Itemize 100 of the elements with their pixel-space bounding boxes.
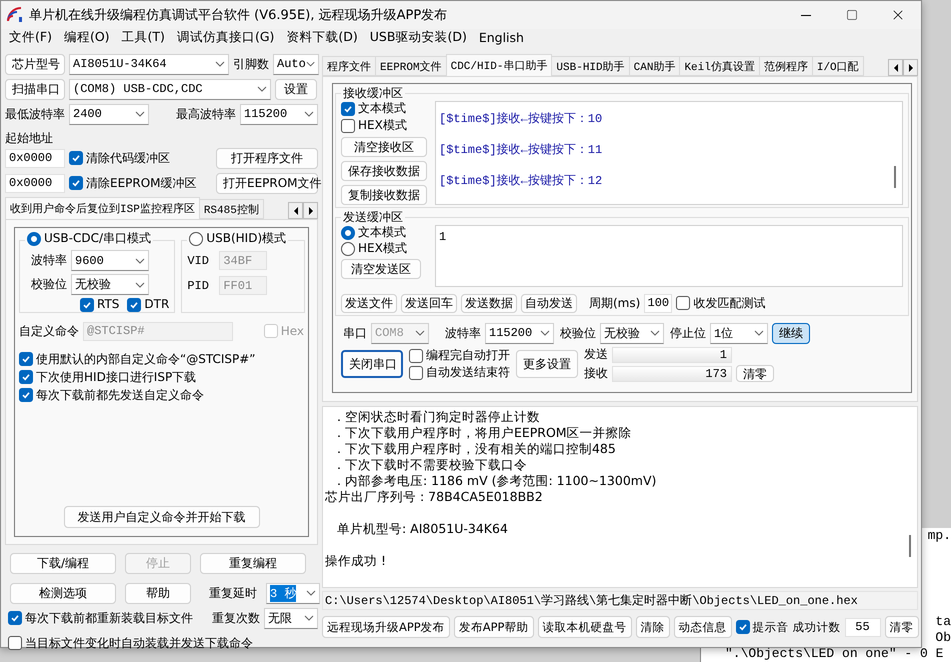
input-field: FF01 — [219, 276, 268, 295]
chevron-down-icon — [304, 111, 314, 117]
action-button[interactable]: 自动发送 — [521, 294, 577, 312]
action-button[interactable]: 远程现场升级APP发布 — [322, 616, 450, 638]
tab[interactable]: EEPROM文件 — [375, 56, 447, 76]
action-button[interactable]: 帮助 — [125, 582, 191, 604]
open-file-button[interactable]: 打开程序文件 — [216, 148, 318, 168]
input-field[interactable]: 0x0000 — [5, 148, 65, 168]
tab[interactable]: RS485控制 — [198, 199, 264, 219]
field-label: 发送 — [584, 346, 608, 363]
send-command-button[interactable]: 发送用户自定义命令并开始下载 — [64, 506, 260, 528]
action-button[interactable]: 复制接收数据 — [341, 185, 427, 205]
checkbox[interactable]: 每次下载前都重新装载目标文件 — [8, 610, 193, 626]
menu-item[interactable]: 调试仿真接口(G) — [170, 29, 280, 46]
action-button[interactable]: 发送文件 — [341, 294, 397, 312]
dropdown[interactable]: AI8051U-34K64 — [69, 54, 229, 74]
dropdown[interactable]: 3 秒 — [266, 582, 320, 604]
dropdown[interactable]: 1位 — [710, 322, 768, 344]
action-button[interactable]: 重复编程 — [200, 552, 306, 574]
radio-button[interactable]: USB-CDC/串口模式 — [27, 231, 152, 246]
checkmark-icon — [82, 300, 92, 310]
action-button[interactable]: 清除 — [636, 616, 670, 638]
checkbox[interactable]: 收发匹配测试 — [676, 296, 766, 310]
tab[interactable]: 范例程序 — [758, 56, 813, 76]
field-label: 周期(ms) — [589, 294, 640, 312]
checkbox[interactable]: 自动发送结束符 — [409, 365, 510, 380]
action-button[interactable]: 清空发送区 — [341, 259, 421, 279]
dropdown[interactable]: (COM8) USB-CDC,CDC — [69, 78, 271, 100]
dropdown[interactable]: Auto — [273, 54, 319, 74]
code-line: mp. — [928, 528, 951, 543]
action-button[interactable]: 读取本机硬盘号 — [538, 616, 632, 638]
scroll-right-button[interactable] — [903, 59, 918, 76]
continue-button[interactable]: 继续 — [772, 322, 810, 344]
dropdown[interactable]: 115200 — [485, 322, 554, 344]
radio-button[interactable]: USB(HID)模式 — [189, 231, 286, 246]
counter-field: 173 — [612, 366, 732, 382]
more-settings-button[interactable]: 更多设置 — [516, 350, 578, 378]
tab[interactable]: Keil仿真设置 — [679, 56, 760, 76]
action-button[interactable]: 发布APP帮助 — [454, 616, 534, 638]
menu-item[interactable]: 资料下载(D) — [280, 29, 364, 46]
input-field: 34BF — [219, 251, 268, 270]
tab[interactable]: I/O口配 — [812, 56, 864, 76]
log-line: . 下次下载时不需要校验下载口令 — [336, 457, 528, 473]
scan-port-button[interactable]: 扫描串口 — [5, 78, 65, 100]
dropdown[interactable]: 无校验 — [71, 274, 149, 295]
dropdown[interactable]: 2400 — [69, 104, 149, 124]
checkbox[interactable]: HEX模式 — [341, 118, 429, 133]
action-button[interactable]: 清空接收区 — [341, 137, 427, 157]
menu-item[interactable]: USB驱动安装(D) — [364, 29, 473, 46]
checkbox[interactable]: 使用默认的内部自定义命令“@STCISP#” — [19, 352, 256, 366]
checkbox[interactable]: RTS — [80, 297, 120, 312]
tab[interactable]: 收到用户命令后复位到ISP监控程序区 — [5, 197, 200, 219]
settings-button[interactable]: 设置 — [275, 78, 317, 100]
dropdown[interactable]: 无校验 — [600, 322, 664, 344]
action-button[interactable]: 发送回车 — [401, 294, 457, 312]
menu-item[interactable]: 编程(O) — [58, 29, 116, 46]
checkbox[interactable]: DTR — [127, 297, 170, 312]
chip-model-button[interactable]: 芯片型号 — [5, 54, 65, 74]
tab[interactable]: 程序文件 — [322, 56, 376, 76]
scrollbar-thumb[interactable] — [909, 535, 911, 557]
checkbox[interactable]: 当目标文件变化时自动装载并发送下载命令 — [8, 636, 253, 650]
dropdown[interactable]: 9600 — [71, 250, 149, 271]
menu-item[interactable]: 工具(T) — [116, 29, 171, 46]
field-label: PID — [187, 278, 210, 292]
reset-button[interactable]: 清零 — [736, 365, 774, 382]
chevron-down-icon — [306, 61, 315, 67]
chevron-down-icon — [215, 61, 225, 67]
action-button[interactable]: 发送数据 — [461, 294, 517, 312]
checkbox[interactable]: 每次下载前都先发送自定义命令 — [19, 388, 204, 402]
tab[interactable]: CAN助手 — [628, 56, 680, 76]
checkbox[interactable]: 提示音 — [736, 620, 788, 634]
action-button[interactable]: 动态信息 — [674, 616, 732, 638]
tab[interactable]: USB-HID助手 — [551, 56, 630, 76]
dropdown[interactable]: 115200 — [240, 104, 318, 124]
tab[interactable]: CDC/HID-串口助手 — [446, 54, 552, 76]
action-button[interactable]: 下载/编程 — [10, 552, 116, 574]
menu-item[interactable]: 文件(F) — [3, 29, 58, 46]
send-text-area[interactable]: 1 — [435, 225, 903, 287]
scroll-left-button[interactable] — [288, 202, 303, 219]
radio-button[interactable]: 文本模式 — [341, 225, 429, 240]
chevron-down-icon — [754, 330, 764, 336]
checkbox[interactable]: 下次使用HID接口进行ISP下载 — [19, 370, 196, 384]
action-button: 停止 — [125, 552, 191, 574]
action-button[interactable]: 保存接收数据 — [341, 161, 427, 181]
scrollbar-thumb[interactable] — [894, 166, 896, 188]
input-field[interactable]: 0x0000 — [5, 174, 65, 192]
scroll-right-button[interactable] — [303, 202, 318, 219]
dropdown[interactable]: 无限 — [264, 608, 318, 628]
checkbox[interactable]: 文本模式 — [341, 101, 429, 116]
reset-button[interactable]: 清零 — [884, 616, 918, 638]
checkbox[interactable]: 编程完自动打开 — [409, 348, 510, 363]
action-button[interactable]: 检测选项 — [10, 582, 116, 604]
radio-button[interactable]: HEX模式 — [341, 241, 429, 256]
scroll-left-button[interactable] — [888, 59, 903, 76]
input-field[interactable]: 100 — [644, 294, 672, 312]
checkmark-icon — [343, 104, 353, 114]
menu-item[interactable]: English — [472, 30, 530, 45]
close-port-button[interactable]: 关闭串口 — [341, 350, 403, 378]
checkbox[interactable]: 清除代码缓冲区 — [69, 150, 170, 166]
checkbox[interactable]: 清除EEPROM缓冲区 — [69, 176, 197, 190]
